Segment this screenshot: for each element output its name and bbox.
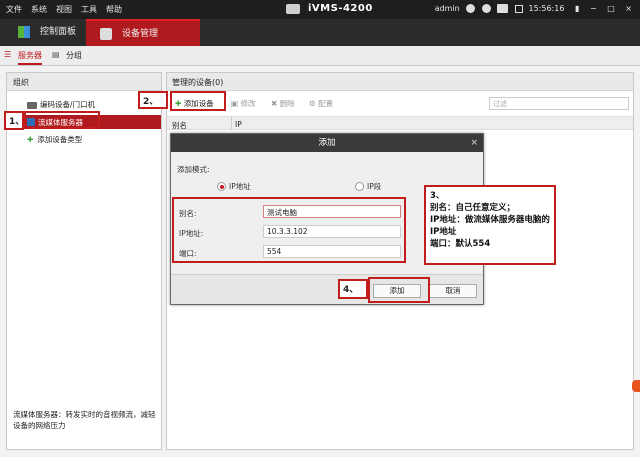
tree-item-add-device-type-label: 添加设备类型 [37, 135, 83, 144]
callout-step-3-note: 3、 别名：自己任意定义； IP地址：做流媒体服务器电脑的IP地址 端口：默认5… [424, 185, 556, 265]
dialog-title: 添加 [318, 138, 336, 148]
highlight-dialog-add [368, 277, 430, 303]
device-toolbar: ✚ 添加设备 ▣ 修改 ✖ 删除 ⚙ 配置 过滤 [167, 91, 633, 115]
radio-ip-segment[interactable] [355, 182, 364, 191]
tree-item-encoding-device[interactable]: 编码设备/门口机 [27, 99, 95, 110]
callout-step-4: 4、 [338, 279, 368, 299]
tab-device-management[interactable]: 设备管理 [86, 19, 200, 48]
callout-step-1: 1、 [4, 111, 24, 130]
add-type-icon: ✚ [27, 135, 34, 144]
delete-button[interactable]: ✖ 删除 [271, 98, 295, 109]
radio-ip-address-label: IP地址 [229, 182, 251, 191]
column-ip[interactable]: IP [235, 120, 242, 129]
tab-group[interactable]: 分组 [66, 50, 82, 61]
config-gear-icon: ⚙ [309, 99, 316, 108]
delete-label: 删除 [279, 99, 295, 108]
menu-system[interactable]: 系统 [31, 4, 47, 15]
radio-ip-address[interactable] [217, 182, 226, 191]
highlight-dialog-fields [172, 197, 406, 263]
menu-file[interactable]: 文件 [6, 4, 22, 15]
cpu-icon [497, 4, 509, 13]
callout-step-2: 2、 [138, 91, 168, 109]
config-label: 配置 [318, 99, 334, 108]
highlight-add-device [170, 91, 226, 111]
encoding-device-icon [27, 101, 37, 109]
add-mode-label: 添加模式: [177, 165, 210, 174]
managed-devices-header: 管理的设备(0) [167, 73, 633, 91]
menu-help[interactable]: 帮助 [106, 4, 122, 15]
device-management-icon [100, 28, 112, 40]
streaming-server-description: 流媒体服务器：转发实时的音视频流，减轻设备的网络压力 [13, 410, 156, 430]
dialog-close-icon[interactable]: × [470, 134, 478, 152]
sub-tab-bar: ☰ 服务器 ▤ 分组 [0, 46, 640, 66]
minimize-icon[interactable]: − [590, 4, 597, 13]
app-title: iVMS-4200 [308, 3, 373, 14]
lock-window-icon[interactable]: ▮ [575, 4, 579, 13]
column-alias[interactable]: 别名 [172, 120, 187, 131]
delete-icon: ✖ [271, 99, 278, 108]
radio-ip-segment-label: IP段 [367, 182, 382, 191]
dialog-footer: 添加 取消 [171, 274, 483, 304]
note-line-1: 3、 [430, 191, 445, 201]
maximize-icon[interactable]: □ [607, 4, 615, 13]
user-icon[interactable] [466, 4, 476, 13]
note-line-3: IP地址：做流媒体服务器电脑的IP地址 [430, 215, 550, 237]
control-panel-icon [18, 26, 30, 38]
close-icon[interactable]: × [625, 4, 632, 13]
dialog-cancel-button[interactable]: 取消 [429, 284, 477, 298]
menu-tools[interactable]: 工具 [81, 4, 97, 15]
edit-icon: ▣ [231, 99, 239, 108]
tree-item-add-device-type[interactable]: ✚ 添加设备类型 [27, 134, 82, 145]
organization-header: 组织 [7, 73, 161, 91]
tab-server[interactable]: 服务器 [18, 50, 42, 65]
tab-device-management-label: 设备管理 [122, 29, 159, 39]
tree-item-encoding-device-label: 编码设备/门口机 [40, 100, 96, 109]
group-icon: ▤ [52, 50, 60, 59]
device-table-header: 别名 IP [167, 116, 633, 130]
highlight-streaming-server [24, 111, 100, 129]
edit-button[interactable]: ▣ 修改 [231, 98, 255, 109]
main-tab-bar: 控制面板 设备管理 [0, 19, 640, 48]
side-widget-icon[interactable] [632, 380, 640, 392]
tab-control-panel-label: 控制面板 [40, 27, 77, 37]
status-area: admin 15:56:16 ▮ − □ × [435, 4, 632, 13]
clock-time: 15:56:16 [528, 4, 565, 13]
config-button[interactable]: ⚙ 配置 [309, 98, 333, 109]
filter-input[interactable]: 过滤 [489, 97, 629, 110]
column-divider [231, 117, 232, 129]
username: admin [434, 4, 460, 13]
clock-icon [514, 4, 523, 13]
title-bar: 文件 系统 视图 工具 帮助 iVMS-4200 admin 15:56:16 … [0, 0, 640, 19]
note-line-4: 端口：默认554 [430, 239, 491, 249]
note-line-2: 别名：自己任意定义； [430, 203, 516, 213]
menu-view[interactable]: 视图 [56, 4, 72, 15]
server-icon: ☰ [4, 50, 12, 59]
dialog-title-bar: 添加 × [171, 134, 483, 152]
lock-icon[interactable] [481, 4, 491, 13]
app-logo-icon [286, 4, 300, 14]
edit-label: 修改 [240, 99, 256, 108]
